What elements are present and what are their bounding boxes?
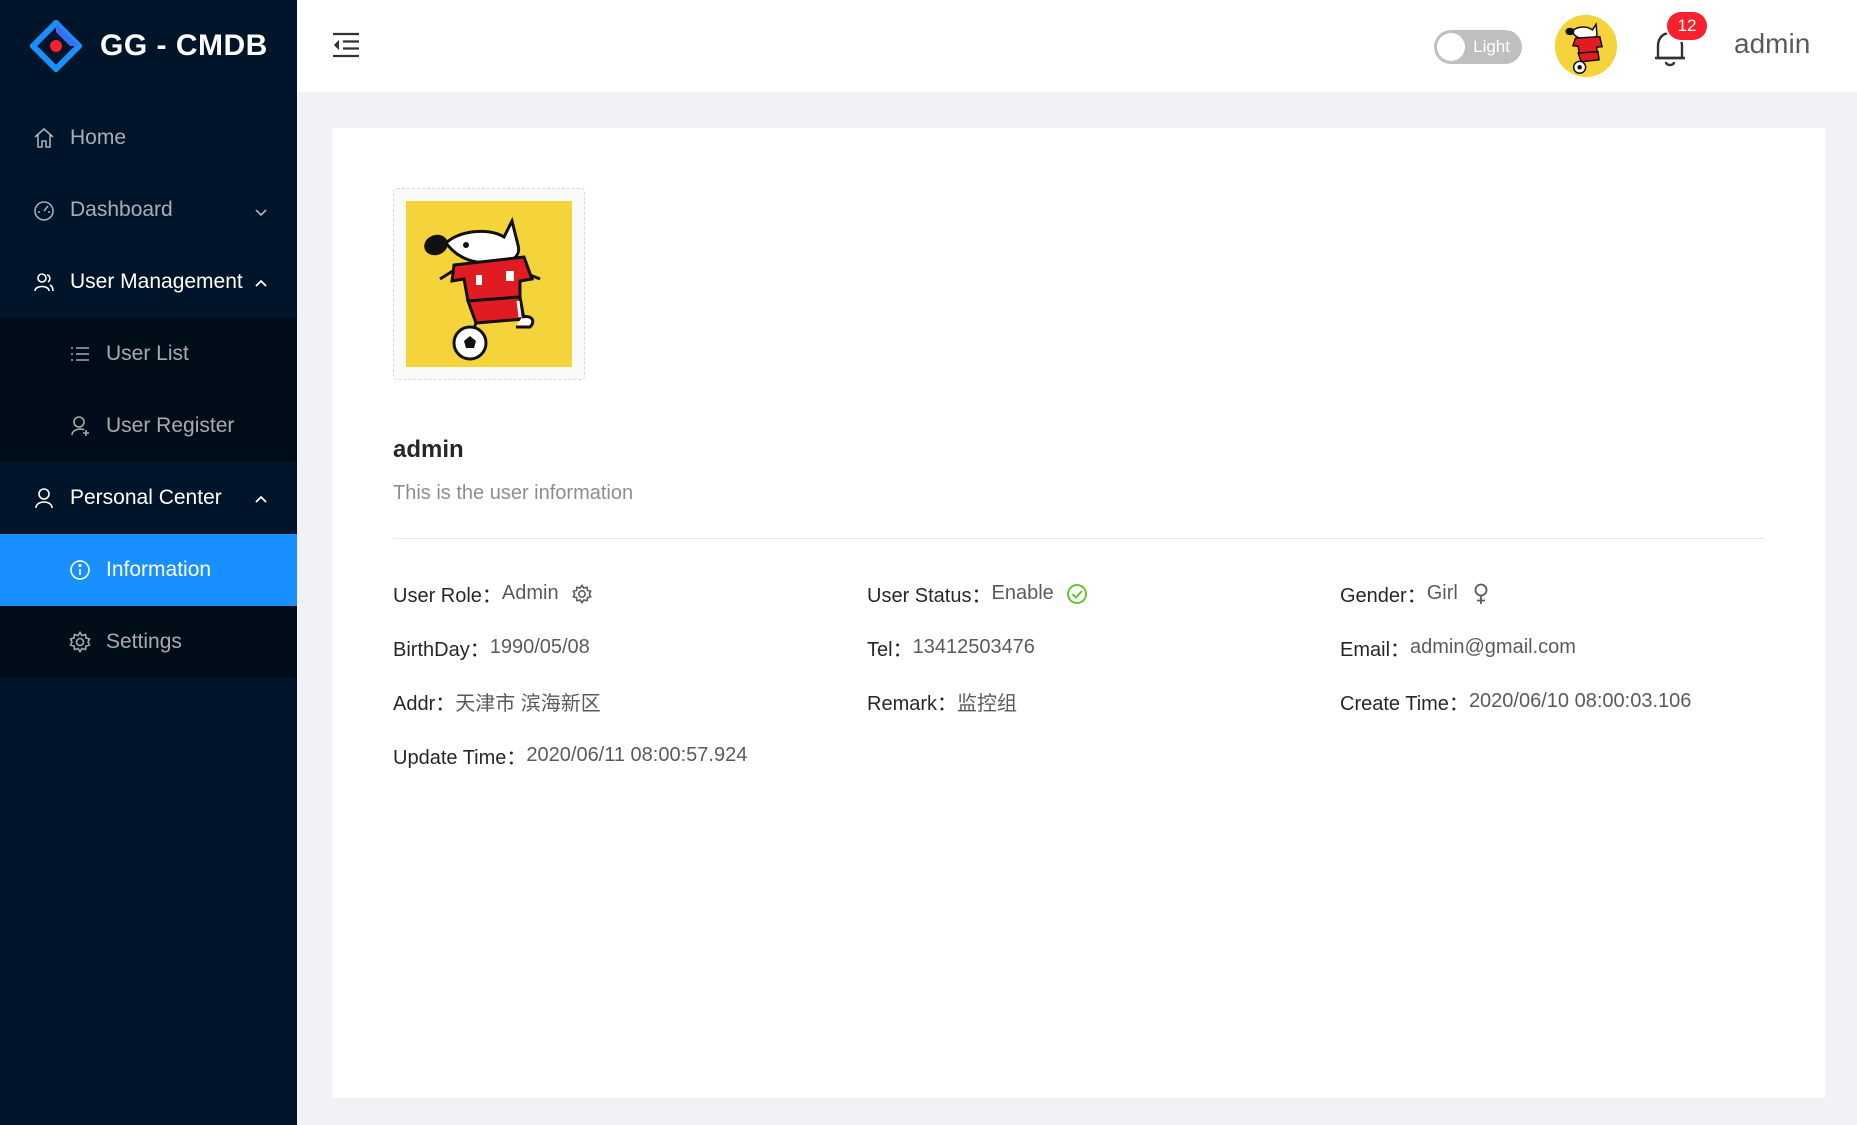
- toggle-knob: [1437, 33, 1465, 61]
- profile-description: This is the user information: [393, 482, 634, 504]
- avatar[interactable]: [1555, 15, 1617, 77]
- field-update-time: Update Time： 2020/06/11 08:00:57.924: [393, 741, 747, 770]
- profile-avatar-image: [406, 201, 572, 367]
- user-management-submenu: User List User Register: [0, 318, 297, 462]
- sidebar-item-label: Home: [70, 126, 127, 149]
- chevron-up-icon: [253, 490, 269, 506]
- field-value: 天津市 滨海新区: [455, 693, 601, 715]
- avatar-upload[interactable]: [393, 188, 585, 380]
- field-remark: Remark： 监控组: [867, 687, 1017, 716]
- sidebar-item-home[interactable]: Home: [0, 102, 297, 174]
- personal-center-submenu: Information Settings: [0, 534, 297, 678]
- top-header: Light 12 admin: [297, 0, 1857, 92]
- profile-name: admin: [393, 436, 464, 463]
- field-label: BirthDay：: [393, 639, 490, 661]
- field-tel: Tel： 13412503476: [867, 633, 1035, 662]
- field-label: Tel：: [867, 639, 913, 661]
- sidebar-item-personal-center[interactable]: Personal Center: [0, 462, 297, 534]
- sidebar-menu: Home Dashboard User Management User List…: [0, 102, 297, 678]
- sidebar-item-label: Settings: [106, 630, 182, 653]
- list-icon: [68, 342, 92, 366]
- field-addr: Addr： 天津市 滨海新区: [393, 687, 601, 716]
- field-label: Remark：: [867, 693, 958, 715]
- sidebar: GG - CMDB Home Dashboard User Management: [0, 0, 297, 1125]
- sidebar-item-information[interactable]: Information: [0, 534, 297, 606]
- field-value: Girl: [1426, 582, 1458, 604]
- dashboard-icon: [32, 198, 56, 222]
- field-user-role: User Role： Admin: [393, 579, 593, 608]
- field-gender: Gender： Girl: [1340, 579, 1492, 608]
- home-icon: [32, 126, 56, 150]
- field-value: 1990/05/08: [489, 636, 590, 658]
- profile-card: admin This is the user information User …: [333, 128, 1825, 1098]
- info-circle-icon: [68, 558, 92, 582]
- field-value: 监控组: [957, 693, 1018, 715]
- field-value: 2020/06/11 08:00:57.924: [526, 744, 748, 766]
- field-label: Create Time：: [1340, 693, 1469, 715]
- woman-icon: [1470, 583, 1492, 605]
- field-value: Enable: [991, 582, 1054, 604]
- notification-badge: 12: [1667, 12, 1707, 40]
- sidebar-item-user-list[interactable]: User List: [0, 318, 297, 390]
- sidebar-item-label: User List: [106, 342, 189, 365]
- sidebar-item-user-register[interactable]: User Register: [0, 390, 297, 462]
- field-label: Gender：: [1340, 585, 1427, 607]
- field-value: Admin: [501, 582, 559, 604]
- field-value: admin@gmail.com: [1410, 636, 1576, 658]
- theme-label: Light: [1473, 37, 1510, 56]
- field-user-status: User Status： Enable: [867, 579, 1088, 608]
- sidebar-item-label: Dashboard: [70, 198, 173, 221]
- user-icon: [32, 486, 56, 510]
- sidebar-item-user-management[interactable]: User Management: [0, 246, 297, 318]
- setting-icon: [571, 583, 593, 605]
- sidebar-item-label: Information: [106, 558, 212, 581]
- user-add-icon: [68, 414, 92, 438]
- field-value: 13412503476: [912, 636, 1035, 658]
- setting-icon: [68, 630, 92, 654]
- field-label: User Status：: [867, 585, 992, 607]
- header-username[interactable]: admin: [1734, 28, 1810, 60]
- field-label: User Role：: [393, 585, 502, 607]
- field-email: Email： admin@gmail.com: [1340, 633, 1576, 662]
- field-label: Update Time：: [393, 747, 527, 769]
- team-icon: [32, 270, 56, 294]
- sidebar-item-settings[interactable]: Settings: [0, 606, 297, 678]
- sidebar-item-dashboard[interactable]: Dashboard: [0, 174, 297, 246]
- sidebar-item-label: User Management: [70, 270, 243, 293]
- theme-toggle[interactable]: Light: [1434, 30, 1522, 64]
- sidebar-item-label: Personal Center: [70, 486, 222, 509]
- field-label: Email：: [1340, 639, 1411, 661]
- sidebar-item-label: User Register: [106, 414, 235, 437]
- app-title: GG - CMDB: [100, 29, 268, 62]
- check-circle-icon: [1066, 583, 1088, 605]
- field-create-time: Create Time： 2020/06/10 08:00:03.106: [1340, 687, 1691, 716]
- chevron-up-icon: [253, 274, 269, 290]
- field-label: Addr：: [393, 693, 456, 715]
- field-value: 2020/06/10 08:00:03.106: [1468, 690, 1692, 712]
- logo-icon: [28, 18, 84, 74]
- divider: [393, 538, 1765, 539]
- chevron-down-icon: [253, 202, 269, 218]
- logo[interactable]: GG - CMDB: [0, 0, 297, 92]
- field-birthday: BirthDay： 1990/05/08: [393, 633, 590, 662]
- menu-fold-icon[interactable]: [332, 32, 360, 58]
